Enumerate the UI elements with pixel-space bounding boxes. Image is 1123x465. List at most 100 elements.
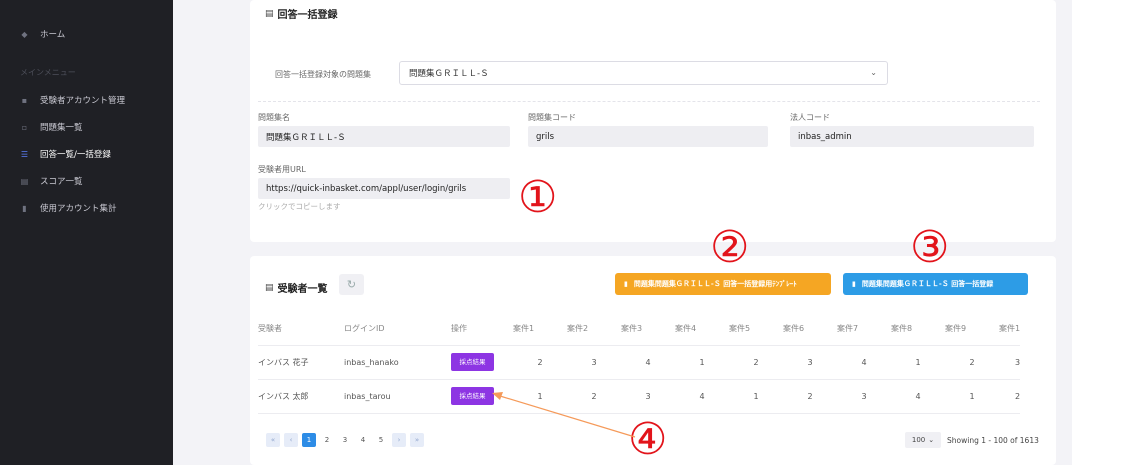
page-button[interactable]: 2 (320, 433, 334, 447)
corp-label: 法人コード (790, 113, 830, 122)
template-download-button[interactable]: ▮ 問題集問題集ＧＲＩＬＬ-Ｓ 回答一括登録用ﾃﾝﾌﾟﾚｰﾄ (615, 273, 831, 295)
sidebar-item-label: 受験者アカウント管理 (40, 96, 126, 106)
grid-icon: ▫ (21, 122, 28, 132)
sidebar-item-answers[interactable]: ☰ 回答一覧/一括登録 (20, 148, 111, 161)
score-cell: 2 (999, 379, 1021, 414)
bulk-register-card: ▤ 回答一括登録 回答一括登録対象の問題集 問題集ＧＲＩＬＬ-Ｓ ⌄ 問題集名 … (250, 0, 1056, 242)
examinee-name: インバス 太郎 (258, 379, 344, 414)
column-header: 案件1 (513, 312, 567, 346)
target-label: 回答一括登録対象の問題集 (275, 70, 371, 79)
score-cell: 4 (837, 345, 891, 380)
column-header: 受験者 (258, 312, 344, 346)
user-icon: ▪ (21, 95, 28, 105)
sidebar-item-label: 使用アカウント集計 (40, 204, 117, 214)
score-cell: 1 (513, 379, 567, 414)
score-cell: 1 (729, 379, 783, 414)
prev-page-button[interactable]: ‹ (284, 433, 298, 447)
list-icon: ☰ (20, 149, 29, 159)
url-label: 受験者用URL (258, 165, 306, 174)
score-cell: 2 (567, 379, 621, 414)
score-cell: 3 (621, 379, 675, 414)
clipboard-icon: ▤ (265, 8, 274, 19)
annotation-3: ③ (910, 222, 950, 273)
score-cell: 3 (783, 345, 837, 380)
sidebar-item-label: スコア一覧 (40, 177, 83, 187)
score-cell: 3 (837, 379, 891, 414)
sidebar-item-question-sets[interactable]: ▫ 問題集一覧 (20, 121, 83, 134)
table-row: インバス 花子 inbas_hanako 採点結果 2 3 4 1 2 3 4 … (258, 345, 1021, 380)
card-title-text: 受験者一覧 (277, 284, 328, 295)
sidebar-item-accounts[interactable]: ▪ 受験者アカウント管理 (20, 94, 126, 107)
column-header: 操作 (451, 312, 513, 346)
score-cell: 2 (945, 345, 999, 380)
column-header: 案件4 (675, 312, 729, 346)
chevron-down-icon: ⌄ (870, 68, 877, 77)
column-header: 案件2 (567, 312, 621, 346)
copy-icon: ▮ (852, 280, 856, 288)
score-cell: 4 (891, 379, 945, 414)
login-id: inbas_tarou (344, 379, 451, 414)
per-page-select[interactable]: 100 ⌄ (905, 432, 941, 448)
annotation-4: ④ (628, 414, 668, 465)
column-header: 案件5 (729, 312, 783, 346)
examinee-table: 受験者 ログインID 操作 案件1 案件2 案件3 案件4 案件5 案件6 案件… (258, 312, 1021, 414)
bulk-register-button[interactable]: ▮ 問題集問題集ＧＲＩＬＬ-Ｓ 回答一括登録 (843, 273, 1028, 295)
score-result-button[interactable]: 採点結果 (451, 387, 494, 405)
clipboard-icon: ▤ (265, 282, 274, 293)
score-cell: 2 (729, 345, 783, 380)
pagination: « ‹ 1 2 3 4 5 › » (266, 433, 424, 447)
score-cell: 1 (675, 345, 729, 380)
question-set-select[interactable]: 問題集ＧＲＩＬＬ-Ｓ ⌄ (399, 61, 888, 85)
first-page-button[interactable]: « (266, 433, 280, 447)
chevron-down-icon: ⌄ (928, 436, 935, 444)
showing-count: Showing 1 - 100 of 1613 (947, 436, 1039, 445)
copy-hint[interactable]: クリックでコピーします (258, 201, 341, 212)
column-header: ログインID (344, 312, 451, 346)
sidebar-item-home[interactable]: ◆ ホーム (20, 28, 65, 41)
page-button[interactable]: 4 (356, 433, 370, 447)
code-field: grils (528, 126, 768, 147)
column-header: 案件3 (621, 312, 675, 346)
diamond-icon: ◆ (21, 29, 28, 39)
column-header: 案件6 (783, 312, 837, 346)
examinee-name: インバス 花子 (258, 345, 344, 380)
score-cell: 2 (513, 345, 567, 380)
column-header: 案件9 (945, 312, 999, 346)
code-label: 問題集コード (528, 113, 576, 122)
column-header: 案件7 (837, 312, 891, 346)
score-result-button[interactable]: 採点結果 (451, 353, 494, 371)
sidebar-heading: メインメニュー (20, 68, 76, 77)
card-title-text: 回答一括登録 (277, 10, 338, 21)
url-field[interactable]: https://quick-inbasket.com/appl/user/log… (258, 178, 510, 199)
refresh-button[interactable]: ↻ (339, 274, 364, 295)
score-cell: 3 (567, 345, 621, 380)
annotation-2: ② (710, 222, 750, 273)
annotation-1: ① (518, 172, 558, 223)
table-header-row: 受験者 ログインID 操作 案件1 案件2 案件3 案件4 案件5 案件6 案件… (258, 312, 1021, 346)
page-button[interactable]: 3 (338, 433, 352, 447)
corp-field: inbas_admin (790, 126, 1034, 147)
last-page-button[interactable]: » (410, 433, 424, 447)
file-icon: ▮ (624, 280, 628, 288)
score-cell: 1 (945, 379, 999, 414)
score-cell: 4 (675, 379, 729, 414)
table-row: インバス 太郎 inbas_tarou 採点結果 1 2 3 4 1 2 3 4… (258, 379, 1021, 414)
document-icon: ▮ (22, 203, 27, 213)
sidebar-item-label: 回答一覧/一括登録 (40, 150, 111, 160)
button-label: 問題集問題集ＧＲＩＬＬ-Ｓ 回答一括登録用ﾃﾝﾌﾟﾚｰﾄ (633, 280, 797, 288)
card-title: ▤ 受験者一覧 (265, 280, 328, 296)
column-header: 案件1 (999, 312, 1021, 346)
right-margin (1072, 0, 1123, 465)
score-cell: 1 (891, 345, 945, 380)
next-page-button[interactable]: › (392, 433, 406, 447)
card-title: ▤ 回答一括登録 (265, 6, 338, 22)
chart-icon: ▤ (20, 176, 29, 186)
sidebar-item-label: 問題集一覧 (40, 123, 83, 133)
score-cell: 2 (783, 379, 837, 414)
sidebar-item-usage[interactable]: ▮ 使用アカウント集計 (20, 202, 117, 215)
per-page-value: 100 (911, 436, 926, 444)
sidebar-item-scores[interactable]: ▤ スコア一覧 (20, 175, 83, 188)
score-cell: 4 (621, 345, 675, 380)
page-button[interactable]: 1 (302, 433, 316, 447)
page-button[interactable]: 5 (374, 433, 388, 447)
